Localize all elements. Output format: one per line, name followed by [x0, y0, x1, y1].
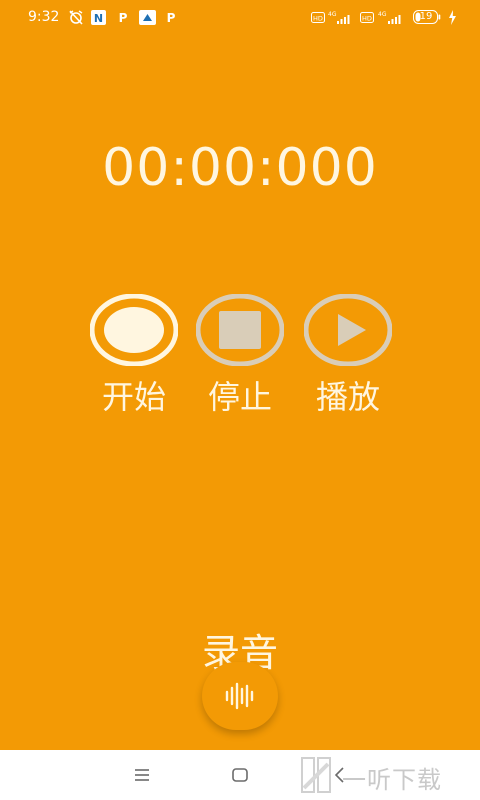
- stop-icon: [196, 294, 284, 366]
- alarm-off-icon: [69, 10, 83, 25]
- cloud-app-icon: [139, 10, 156, 25]
- stop-label: 停止: [207, 378, 272, 416]
- hd-icon: HD: [360, 12, 374, 23]
- stop-button[interactable]: 停止: [192, 294, 288, 416]
- charging-icon: [449, 10, 456, 25]
- play-label: 播放: [315, 378, 380, 416]
- status-bar: 9:32 N P P HD 4G HD 4G 19: [0, 0, 480, 36]
- navigation-bar: 一听下载: [0, 750, 480, 800]
- svg-text:4G: 4G: [378, 11, 387, 18]
- record-fab-button[interactable]: [202, 662, 278, 730]
- 4g-signal-icon: 4G: [378, 11, 401, 24]
- play-button[interactable]: 播放: [300, 294, 396, 416]
- hd-icon: HD: [311, 12, 325, 23]
- svg-text:N: N: [94, 12, 103, 25]
- n-app-icon: N: [91, 10, 106, 25]
- start-button[interactable]: 开始: [86, 294, 182, 416]
- svg-text:4G: 4G: [328, 11, 337, 18]
- home-icon[interactable]: [228, 764, 252, 786]
- battery-level: 19: [419, 11, 433, 22]
- watermark: 一听下载: [296, 754, 466, 796]
- watermark-text: 一听下载: [342, 766, 442, 794]
- svg-text:HD: HD: [362, 15, 372, 23]
- p-app-icon: P: [167, 11, 176, 25]
- status-time: 9:32: [28, 9, 60, 25]
- battery-icon: 19: [413, 10, 441, 24]
- play-icon: [304, 294, 392, 366]
- record-icon: [90, 294, 178, 366]
- sound-wave-icon: [225, 682, 254, 710]
- svg-text:HD: HD: [313, 15, 323, 23]
- svg-text:P: P: [167, 11, 176, 25]
- timer-display: 00:00:000: [102, 138, 378, 198]
- 4g-signal-icon: 4G: [328, 11, 350, 24]
- start-label: 开始: [101, 378, 166, 416]
- watermark-logo-icon: [301, 757, 331, 793]
- p-app-icon: P: [119, 11, 128, 25]
- svg-text:P: P: [119, 11, 128, 25]
- menu-icon[interactable]: [130, 764, 154, 786]
